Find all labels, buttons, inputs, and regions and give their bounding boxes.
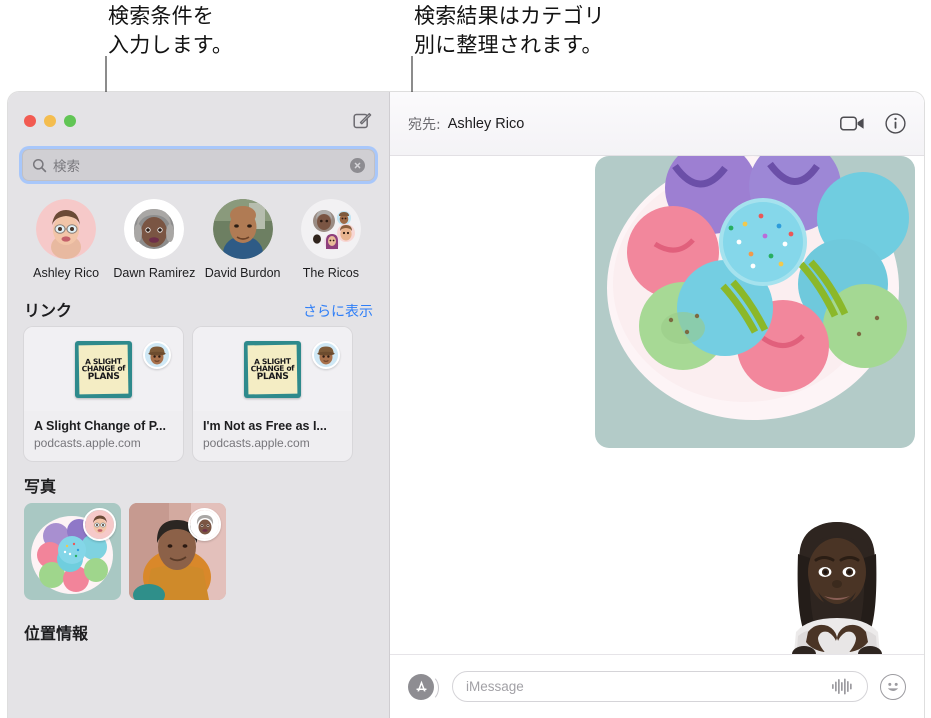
link-metadata: I'm Not as Free as I... podcasts.apple.c…: [193, 411, 352, 461]
search-input[interactable]: 検索: [22, 149, 375, 181]
artwork-line-3: PLANS: [87, 370, 120, 382]
search-container: 検索: [8, 149, 389, 191]
link-card[interactable]: A SLIGHT CHANGE of PLANS: [24, 327, 183, 461]
avatar: [300, 199, 361, 259]
contact-name: Ashley Rico: [33, 266, 100, 280]
avatar: [212, 199, 273, 259]
imessage-placeholder: iMessage: [466, 679, 524, 694]
link-domain: podcasts.apple.com: [34, 436, 141, 450]
sender-badge: [188, 508, 221, 541]
clear-icon[interactable]: [350, 157, 365, 173]
recipient-name[interactable]: Ashley Rico: [448, 116, 525, 132]
avatar: [312, 341, 340, 369]
header-actions: [840, 113, 906, 134]
screenshot-root: 検索条件を 入力します。 検索結果はカテゴリ 別に整理されます。 検索 Ashl…: [0, 0, 931, 718]
zoom-button[interactable]: [64, 114, 76, 127]
avatar: [36, 199, 97, 259]
audio-waveform-icon[interactable]: [832, 678, 854, 695]
conversation-header: 宛先: Ashley Rico: [390, 92, 924, 156]
contact-item-david-burdon[interactable]: David Burdon: [199, 199, 287, 281]
sender-badge: [83, 508, 116, 541]
contact-item-ashley-rico[interactable]: Ashley Rico: [22, 199, 110, 281]
traffic-lights: [24, 114, 76, 127]
avatar: [143, 341, 171, 369]
contacts-row: Ashley Rico Dawn Ramirez David Burdon Th…: [8, 191, 389, 285]
contact-name: David Burdon: [204, 266, 281, 280]
contact-name: Dawn Ramirez: [113, 266, 196, 280]
sidebar: 検索 Ashley Rico Dawn Ramirez David Burdon…: [8, 92, 390, 718]
podcast-artwork: A SLIGHT CHANGE of PLANS: [75, 340, 132, 398]
message-sticker[interactable]: [778, 514, 896, 654]
show-more-link[interactable]: さらに表示: [303, 301, 373, 321]
results-annotation-text: 検索結果はカテゴリ 別に整理されます。: [414, 4, 605, 57]
link-title: I'm Not as Free as I...: [203, 419, 327, 433]
conversation-pane: 宛先: Ashley Rico iMessage: [390, 92, 924, 718]
message-composer: iMessage: [390, 654, 924, 718]
minimize-button[interactable]: [44, 114, 56, 127]
photo-thumbnail[interactable]: [129, 503, 226, 600]
section-title: 位置情報: [24, 624, 89, 643]
app-store-icon[interactable]: [408, 673, 439, 701]
section-title: 写真: [24, 477, 57, 496]
search-results-list[interactable]: Ashley Rico Dawn Ramirez David Burdon Th…: [8, 191, 389, 718]
video-camera-icon[interactable]: [840, 115, 865, 132]
search-placeholder: 検索: [53, 159, 80, 174]
contact-name: The Ricos: [302, 266, 360, 280]
contact-item-dawn-ramirez[interactable]: Dawn Ramirez: [110, 199, 198, 281]
close-button[interactable]: [24, 114, 36, 127]
emoji-smiley-icon[interactable]: [880, 673, 906, 700]
avatar: [124, 199, 185, 259]
link-metadata: A Slight Change of P... podcasts.apple.c…: [24, 411, 183, 461]
imessage-input[interactable]: iMessage: [452, 671, 868, 702]
link-domain: podcasts.apple.com: [203, 436, 310, 450]
section-title: リンク: [24, 301, 73, 320]
link-thumbnail: A SLIGHT CHANGE of PLANS: [24, 327, 183, 411]
message-list[interactable]: 配信済み: [390, 156, 924, 654]
podcast-artwork: A SLIGHT CHANGE of PLANS: [244, 340, 301, 398]
photos-row: [8, 503, 389, 600]
messages-window: 検索 Ashley Rico Dawn Ramirez David Burdon…: [8, 92, 924, 718]
section-header-photos: 写真: [8, 461, 389, 503]
artwork-line-3: PLANS: [256, 370, 289, 382]
message-image-bubble[interactable]: [595, 156, 915, 448]
sidebar-toolbar: [8, 92, 389, 149]
section-header-links: リンク さらに表示: [8, 285, 389, 327]
search-icon: [32, 158, 47, 173]
links-row: A SLIGHT CHANGE of PLANS A Slight Change…: [8, 327, 389, 461]
link-thumbnail: A SLIGHT CHANGE of PLANS: [193, 327, 352, 411]
compose-icon[interactable]: [351, 110, 373, 132]
info-circle-icon[interactable]: [885, 113, 906, 134]
section-header-locations: 位置情報: [8, 600, 389, 650]
photo-thumbnail[interactable]: [24, 503, 121, 600]
contact-item-the-ricos[interactable]: The Ricos: [287, 199, 375, 281]
to-label: 宛先:: [408, 116, 441, 133]
link-title: A Slight Change of P...: [34, 419, 166, 433]
link-card[interactable]: A SLIGHT CHANGE of PLANS: [193, 327, 352, 461]
search-annotation-text: 検索条件を 入力します。: [108, 4, 234, 57]
